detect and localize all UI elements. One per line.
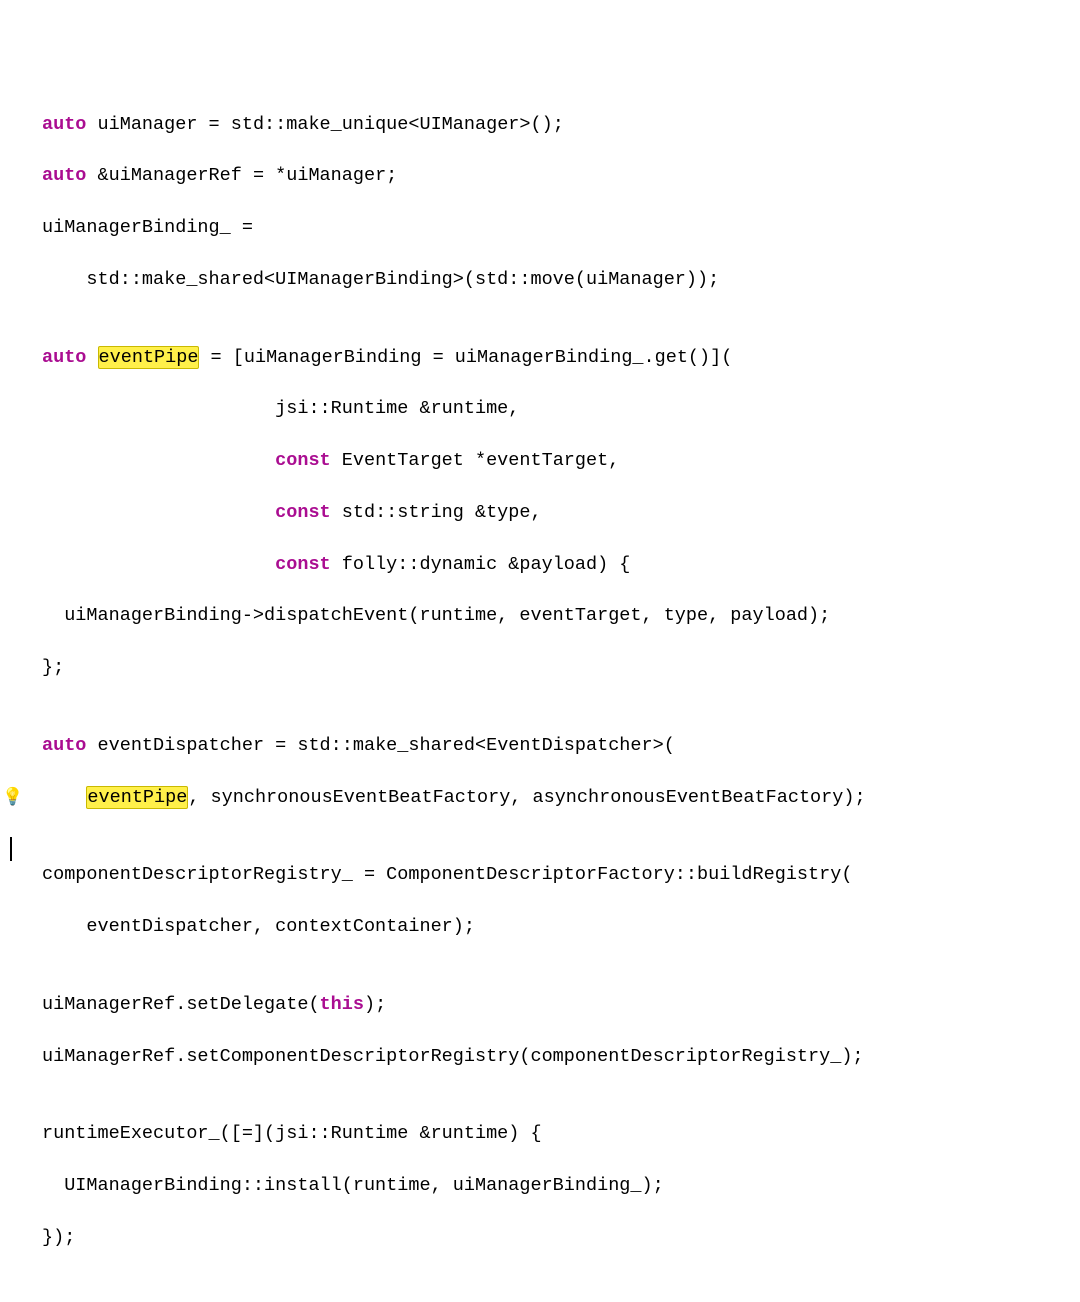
- code-line: const folly::dynamic &payload) {: [12, 552, 1080, 578]
- code-text: EventTarget *eventTarget,: [331, 450, 620, 471]
- code-line: std::make_shared<UIManagerBinding>(std::…: [12, 267, 1080, 293]
- code-text: runtimeExecutor_([=](jsi::Runtime &runti…: [42, 1123, 542, 1144]
- highlight-eventpipe[interactable]: eventPipe: [86, 786, 188, 809]
- code-text: jsi::Runtime &runtime,: [42, 398, 519, 419]
- code-line: uiManagerBinding->dispatchEvent(runtime,…: [12, 603, 1080, 629]
- code-line: const EventTarget *eventTarget,: [12, 448, 1080, 474]
- code-text: [42, 502, 275, 523]
- lightbulb-icon[interactable]: 💡: [2, 787, 23, 811]
- keyword: this: [320, 994, 364, 1015]
- code-editor[interactable]: auto uiManager = std::make_unique<UIMana…: [12, 112, 1080, 1277]
- keyword: auto: [42, 347, 86, 368]
- code-text: [86, 347, 97, 368]
- keyword: auto: [42, 165, 86, 186]
- code-line: componentDescriptorRegistry_ = Component…: [12, 862, 1080, 888]
- code-text: [42, 787, 86, 808]
- highlight-eventpipe[interactable]: eventPipe: [98, 346, 200, 369]
- code-text: folly::dynamic &payload) {: [331, 554, 631, 575]
- code-text: std::string &type,: [331, 502, 542, 523]
- code-line: auto &uiManagerRef = *uiManager;: [12, 163, 1080, 189]
- code-text: uiManager = std::make_unique<UIManager>(…: [86, 114, 563, 135]
- code-line: uiManagerRef.setComponentDescriptorRegis…: [12, 1044, 1080, 1070]
- code-line: jsi::Runtime &runtime,: [12, 396, 1080, 422]
- code-line: runtimeExecutor_([=](jsi::Runtime &runti…: [12, 1121, 1080, 1147]
- code-text: componentDescriptorRegistry_ = Component…: [42, 864, 852, 885]
- code-line: 💡 eventPipe, synchronousEventBeatFactory…: [12, 785, 1080, 811]
- code-line: });: [12, 1225, 1080, 1251]
- code-line: UIManagerBinding::install(runtime, uiMan…: [12, 1173, 1080, 1199]
- code-line: };: [12, 655, 1080, 681]
- code-text: };: [42, 657, 64, 678]
- keyword: auto: [42, 735, 86, 756]
- code-text: uiManagerBinding_ =: [42, 217, 253, 238]
- keyword: const: [275, 450, 331, 471]
- code-line: auto uiManager = std::make_unique<UIMana…: [12, 112, 1080, 138]
- code-text: eventDispatcher, contextContainer);: [42, 916, 475, 937]
- code-text: uiManagerBinding->dispatchEvent(runtime,…: [42, 605, 830, 626]
- keyword: const: [275, 554, 331, 575]
- code-text: );: [364, 994, 386, 1015]
- code-text: [42, 450, 275, 471]
- code-text: });: [42, 1227, 75, 1248]
- code-text: = [uiManagerBinding = uiManagerBinding_.…: [199, 347, 732, 368]
- keyword: const: [275, 502, 331, 523]
- code-line: eventDispatcher, contextContainer);: [12, 914, 1080, 940]
- code-text: &uiManagerRef = *uiManager;: [86, 165, 397, 186]
- code-text: , synchronousEventBeatFactory, asynchron…: [188, 787, 865, 808]
- code-line: uiManagerRef.setDelegate(this);: [12, 992, 1080, 1018]
- code-text: uiManagerRef.setDelegate(: [42, 994, 320, 1015]
- code-line: const std::string &type,: [12, 500, 1080, 526]
- code-line: uiManagerBinding_ =: [12, 215, 1080, 241]
- keyword: auto: [42, 114, 86, 135]
- code-text: UIManagerBinding::install(runtime, uiMan…: [42, 1175, 664, 1196]
- code-line: auto eventPipe = [uiManagerBinding = uiM…: [12, 345, 1080, 371]
- code-line: auto eventDispatcher = std::make_shared<…: [12, 733, 1080, 759]
- code-text: uiManagerRef.setComponentDescriptorRegis…: [42, 1046, 864, 1067]
- code-text: std::make_shared<UIManagerBinding>(std::…: [42, 269, 719, 290]
- code-text: [42, 554, 275, 575]
- code-text: eventDispatcher = std::make_shared<Event…: [86, 735, 674, 756]
- text-caret: [10, 837, 12, 861]
